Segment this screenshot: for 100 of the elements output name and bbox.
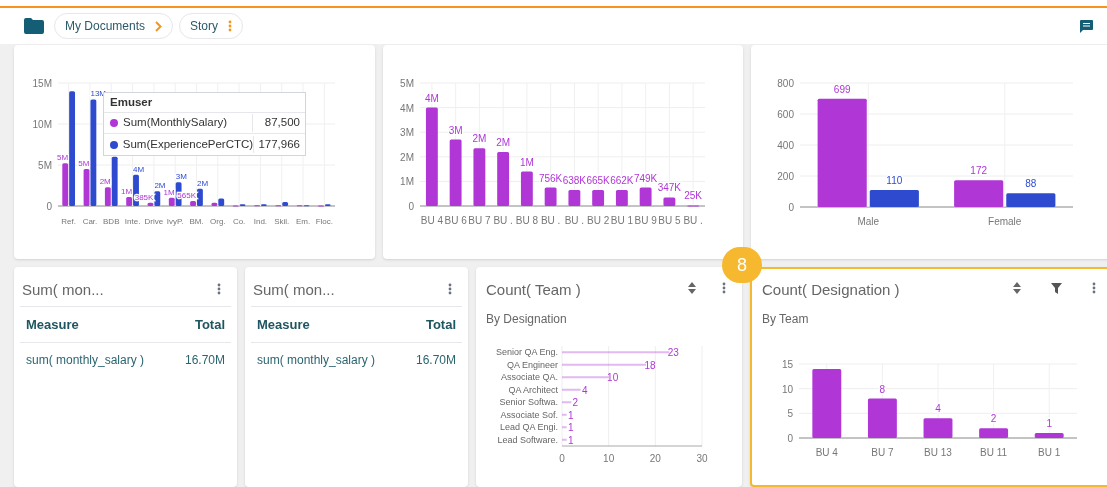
bar[interactable]: [197, 188, 203, 206]
data-label: 4: [935, 402, 941, 414]
axis-tick-label: 2M: [400, 151, 414, 163]
bar[interactable]: [147, 202, 154, 206]
data-label: 2M: [99, 177, 111, 187]
data-label: 23: [667, 346, 679, 358]
comment-icon[interactable]: [1080, 19, 1093, 33]
card-subtitle: By Team: [761, 310, 810, 328]
data-label: 749K: [633, 172, 658, 184]
more-icon[interactable]: [1092, 282, 1096, 294]
data-label: 5M: [78, 159, 90, 169]
axis-tick-label: 10: [781, 383, 793, 395]
more-icon[interactable]: [448, 283, 452, 295]
bar[interactable]: [282, 201, 289, 206]
axis-tick-label: 3M: [400, 127, 414, 139]
data-label: 88: [1025, 178, 1037, 190]
bar[interactable]: [568, 190, 581, 206]
axis-tick-label: 20: [649, 452, 661, 464]
bar[interactable]: [104, 187, 111, 206]
axis-tick-label: 0: [46, 201, 52, 212]
bar[interactable]: [544, 187, 557, 206]
table-cell-text: sum( monthly_salary ): [26, 352, 145, 369]
bar[interactable]: [1006, 193, 1056, 207]
category-label: BU 13: [924, 446, 952, 458]
data-label: 1: [1046, 417, 1052, 429]
data-label: 3M: [448, 124, 463, 136]
more-icon[interactable]: [722, 282, 726, 294]
card-title: Count( Team ): [486, 280, 581, 300]
bar[interactable]: [473, 148, 486, 206]
bar[interactable]: [663, 197, 676, 206]
bar[interactable]: [954, 180, 1004, 207]
bar[interactable]: [154, 191, 161, 206]
bar[interactable]: [923, 417, 953, 438]
bar[interactable]: [869, 189, 919, 207]
axis-tick-label: 0: [788, 202, 794, 213]
axis-tick-label: 30: [696, 452, 708, 464]
tooltip-value: 87,500: [252, 114, 305, 132]
data-label: 110: [886, 174, 903, 186]
bar[interactable]: [867, 398, 897, 438]
category-label: Drive: [144, 217, 164, 226]
axis-tick-label: 1M: [400, 176, 414, 188]
bar[interactable]: [168, 197, 175, 206]
data-label: 2M: [197, 178, 209, 188]
axis-tick-label: 10: [603, 452, 615, 464]
data-label: 25K: [684, 190, 702, 202]
bar[interactable]: [126, 197, 133, 206]
axis-tick-label: 0: [559, 452, 565, 464]
category-label: Org.: [210, 217, 226, 226]
category-label: BU 6: [444, 215, 467, 226]
sort-icon[interactable]: [688, 282, 696, 294]
folder-icon[interactable]: [24, 18, 44, 34]
category-label: Car.: [82, 217, 98, 226]
data-label: 1: [567, 434, 574, 446]
bar[interactable]: [90, 99, 97, 206]
more-icon[interactable]: [217, 283, 221, 295]
data-label: 1: [567, 421, 574, 433]
axis-tick-label: 400: [777, 140, 794, 151]
breadcrumb-item[interactable]: My Documents: [54, 13, 174, 39]
more-icon[interactable]: [228, 20, 233, 32]
category-label: BU .: [683, 215, 703, 226]
bar[interactable]: [111, 156, 118, 206]
bar[interactable]: [520, 171, 533, 206]
card-subtitle: By Designation: [485, 310, 568, 328]
category-label: BU 11: [980, 446, 1008, 458]
category-label: Ref.: [61, 217, 76, 226]
table-cell-text: 16.70M: [184, 352, 225, 369]
category-label: Senior QA Eng.: [495, 346, 558, 357]
tooltip-label: Sum(ExperiencePerCTC): [122, 136, 254, 152]
category-label: BU 7: [871, 446, 894, 458]
bar[interactable]: [979, 427, 1009, 438]
axis-tick-label: 0: [787, 432, 793, 444]
category-label: BDB: [103, 217, 120, 226]
data-label: 638K: [562, 175, 587, 186]
category-label: Associate Sof.: [500, 409, 558, 420]
filter-icon[interactable]: [1051, 282, 1062, 294]
bar[interactable]: [1034, 432, 1064, 438]
bar[interactable]: [425, 107, 438, 206]
sort-icon[interactable]: [1013, 282, 1021, 294]
axis-tick-label: 0: [408, 201, 414, 212]
card-title: Sum( mon...: [22, 280, 104, 300]
bar[interactable]: [211, 202, 218, 206]
category-label: BU 4: [815, 446, 838, 458]
bar[interactable]: [497, 151, 510, 206]
category-label: Male: [857, 216, 880, 227]
card-title: Sum( mon...: [253, 280, 335, 300]
column-header: Total: [425, 315, 456, 334]
data-label: 2M: [496, 136, 511, 148]
bar[interactable]: [449, 139, 462, 206]
bar[interactable]: [218, 198, 225, 206]
bar[interactable]: [639, 187, 652, 206]
bar[interactable]: [615, 190, 628, 206]
axis-tick-label: 10M: [32, 119, 52, 130]
data-label: 4M: [133, 164, 145, 174]
bar[interactable]: [592, 190, 605, 206]
bar[interactable]: [812, 368, 842, 438]
data-label: 1M: [120, 187, 133, 196]
bar[interactable]: [62, 163, 69, 206]
breadcrumb-item[interactable]: Story: [179, 13, 244, 39]
tooltip-title: Emuser: [104, 93, 305, 113]
tooltip-value: 177,966: [253, 135, 305, 154]
